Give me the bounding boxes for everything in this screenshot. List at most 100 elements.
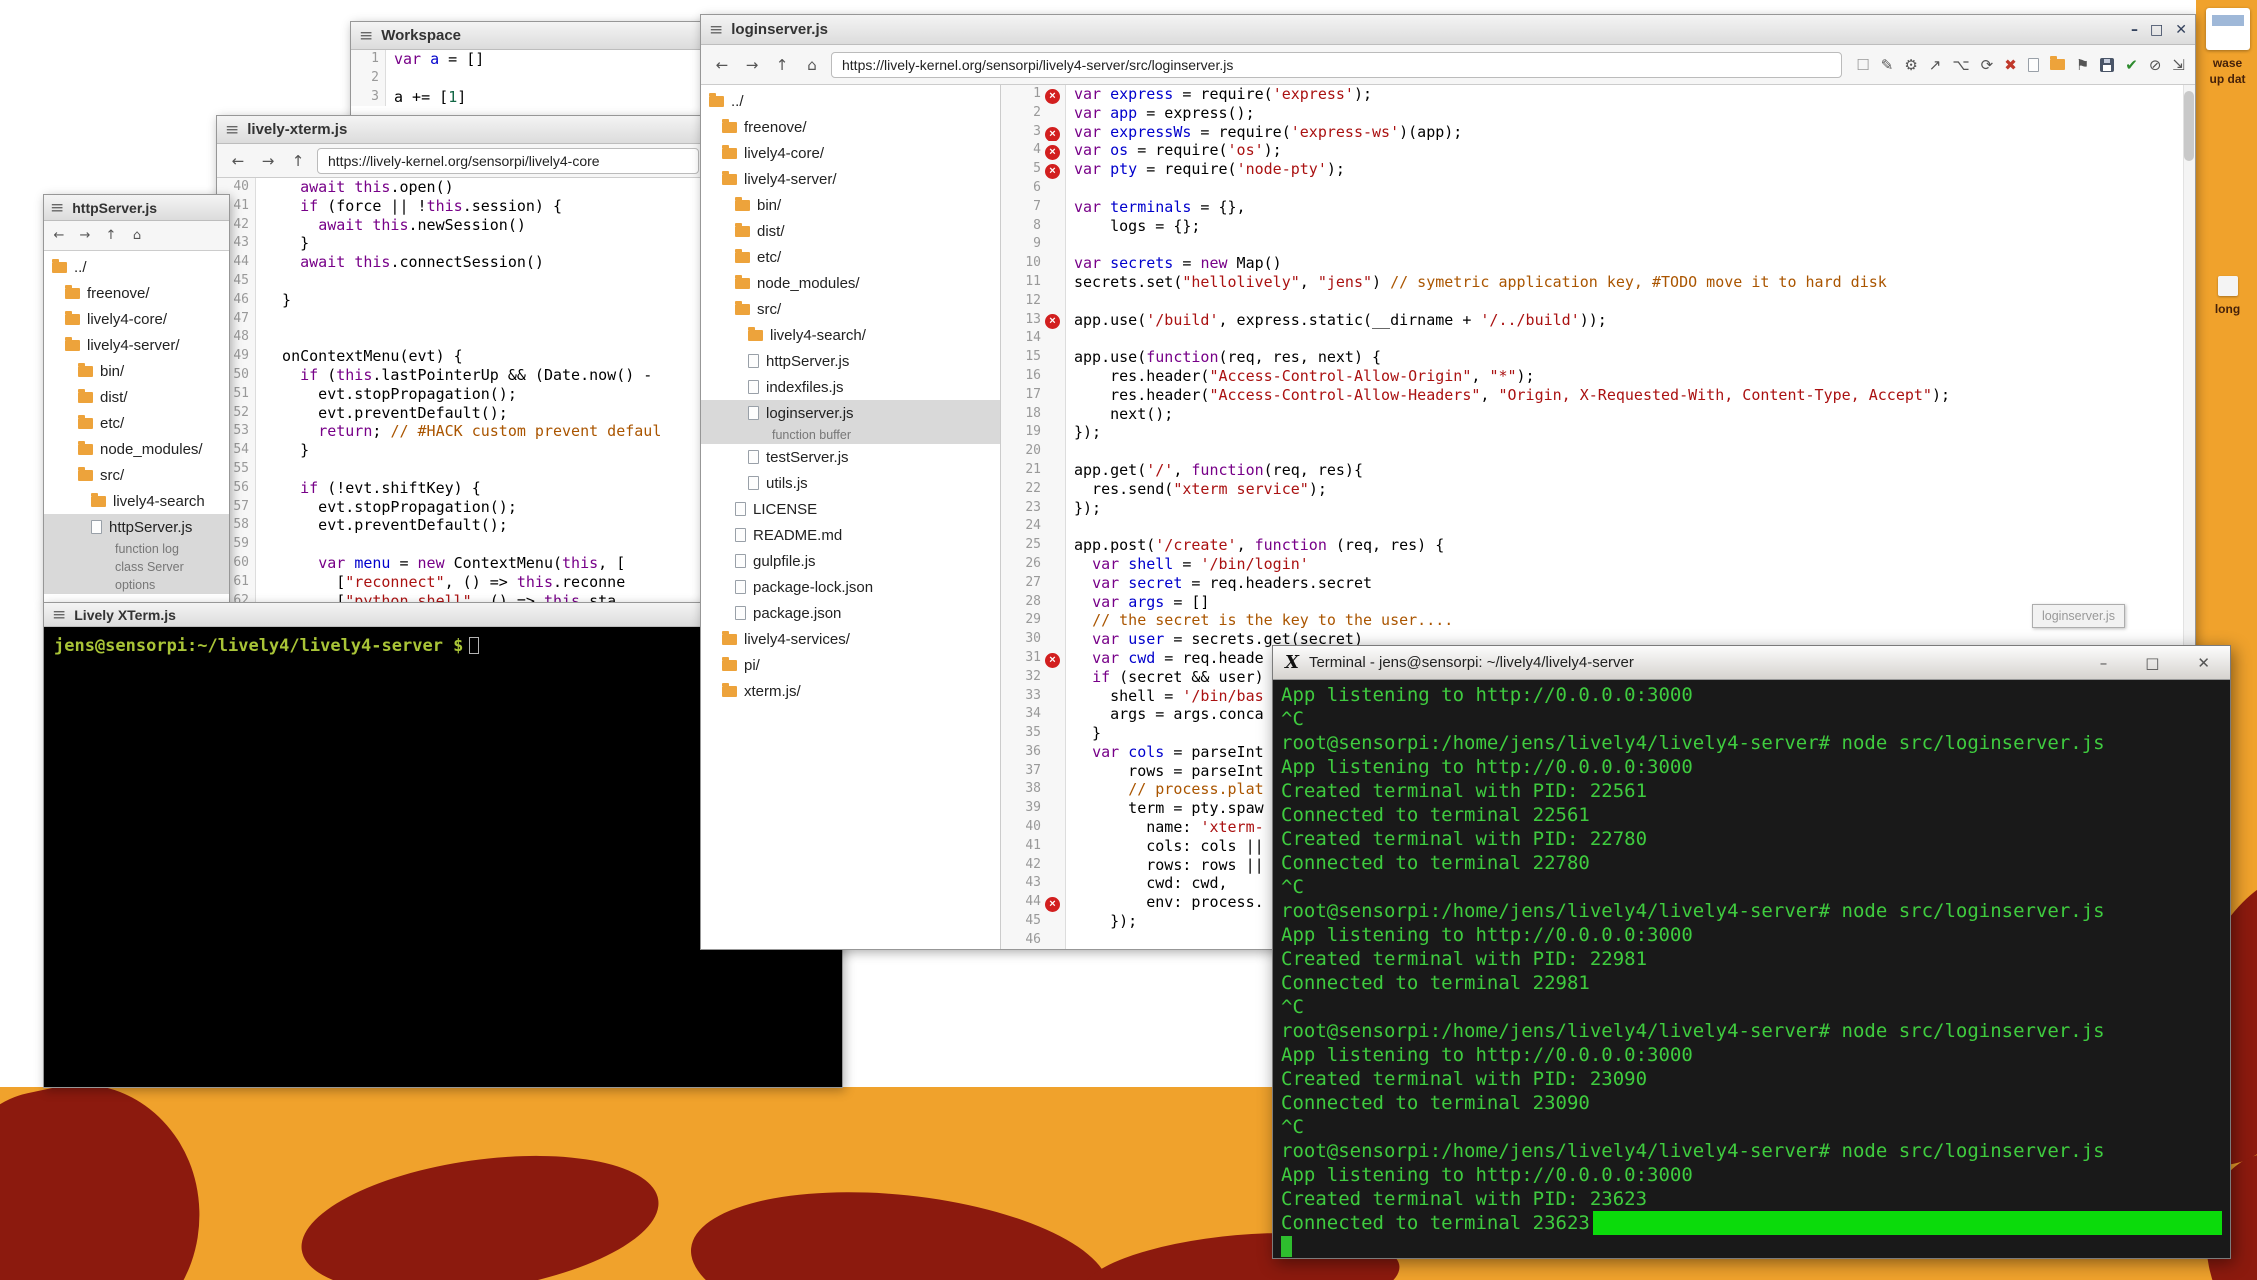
tree-subitem[interactable]: function log bbox=[44, 540, 229, 558]
accept-icon[interactable]: ✔ bbox=[2125, 56, 2138, 74]
save-icon[interactable] bbox=[2100, 58, 2114, 72]
desktop-icon-label[interactable]: long bbox=[2198, 302, 2257, 316]
desktop-icon-label[interactable]: wase bbox=[2198, 56, 2257, 70]
frame-icon[interactable]: ☐ bbox=[1856, 56, 1869, 74]
tree-item-node_modules[interactable]: node_modules/ bbox=[701, 270, 1000, 296]
tree-item-lively4-search[interactable]: lively4-search bbox=[44, 488, 229, 514]
tree-item-pi[interactable]: pi/ bbox=[701, 652, 1000, 678]
tree-item-node_modules[interactable]: node_modules/ bbox=[44, 436, 229, 462]
forward-button[interactable]: → bbox=[739, 52, 765, 78]
desktop-icon[interactable] bbox=[2206, 8, 2250, 50]
error-marker-icon[interactable]: × bbox=[1045, 897, 1060, 912]
error-marker-icon[interactable]: × bbox=[1045, 145, 1060, 160]
tree-item-src[interactable]: src/ bbox=[44, 462, 229, 488]
window-titlebar[interactable]: ≡ loginserver.js –□✕ bbox=[701, 15, 2195, 45]
error-marker-icon[interactable]: × bbox=[1045, 89, 1060, 104]
error-marker-icon[interactable]: × bbox=[1045, 164, 1060, 179]
tree-item-..[interactable]: ../ bbox=[701, 88, 1000, 114]
tree-subitem[interactable]: function buffer bbox=[701, 426, 1000, 444]
tree-item-..[interactable]: ../ bbox=[44, 254, 229, 280]
expand-icon[interactable]: ⇲ bbox=[2172, 56, 2185, 74]
tree-item-freenove[interactable]: freenove/ bbox=[44, 280, 229, 306]
maximize-button[interactable]: □ bbox=[2145, 654, 2159, 672]
tree-item-lively4-core[interactable]: lively4-core/ bbox=[701, 140, 1000, 166]
forward-button[interactable]: → bbox=[74, 225, 96, 247]
up-button[interactable]: ↑ bbox=[769, 52, 795, 78]
minimize-button[interactable]: – bbox=[2131, 22, 2138, 38]
home-button[interactable]: ⌂ bbox=[799, 52, 825, 78]
tree-item-xterm.js[interactable]: xterm.js/ bbox=[701, 678, 1000, 704]
tree-item-indexfiles.js[interactable]: indexfiles.js bbox=[701, 374, 1000, 400]
code-text: rows = parseInt bbox=[1066, 762, 1264, 781]
menu-icon[interactable]: ≡ bbox=[50, 198, 64, 218]
tree-item-etc[interactable]: etc/ bbox=[701, 244, 1000, 270]
error-marker-icon[interactable]: × bbox=[1045, 653, 1060, 668]
tree-item-lively4-services[interactable]: lively4-services/ bbox=[701, 626, 1000, 652]
code-line: 47 bbox=[217, 310, 707, 329]
tree-item-httpServer.js[interactable]: httpServer.js bbox=[44, 514, 229, 540]
back-button[interactable]: ← bbox=[225, 148, 251, 174]
menu-icon[interactable]: ≡ bbox=[52, 605, 66, 625]
menu-icon[interactable]: ≡ bbox=[359, 26, 373, 46]
desktop-icon[interactable] bbox=[2218, 276, 2238, 296]
cancel-icon[interactable]: ⊘ bbox=[2149, 56, 2162, 74]
gear-icon[interactable]: ⚙ bbox=[1904, 56, 1917, 74]
tree-item-label: loginserver.js bbox=[766, 405, 854, 422]
tree-item-package-lock.json[interactable]: package-lock.json bbox=[701, 574, 1000, 600]
up-button[interactable]: ↑ bbox=[285, 148, 311, 174]
window-titlebar[interactable]: ≡ lively-xterm.js bbox=[217, 116, 707, 144]
scrollbar-thumb[interactable] bbox=[2184, 91, 2194, 161]
tree-item-testServer.js[interactable]: testServer.js bbox=[701, 444, 1000, 470]
menu-icon[interactable]: ≡ bbox=[225, 120, 239, 140]
tree-item-bin[interactable]: bin/ bbox=[701, 192, 1000, 218]
window-titlebar[interactable]: X Terminal - jens@sensorpi: ~/lively4/li… bbox=[1273, 646, 2230, 680]
open-external-icon[interactable]: ↗ bbox=[1929, 56, 1942, 74]
close-button[interactable]: ✕ bbox=[2175, 22, 2187, 38]
desktop-icon-label[interactable]: up dat bbox=[2198, 72, 2257, 86]
tree-item-gulpfile.js[interactable]: gulpfile.js bbox=[701, 548, 1000, 574]
tree-item-LICENSE[interactable]: LICENSE bbox=[701, 496, 1000, 522]
tree-subitem[interactable]: class Server bbox=[44, 558, 229, 576]
forward-button[interactable]: → bbox=[255, 148, 281, 174]
url-input[interactable] bbox=[831, 52, 1842, 78]
tree-item-lively4-search[interactable]: lively4-search/ bbox=[701, 322, 1000, 348]
new-file-icon[interactable] bbox=[2028, 58, 2039, 72]
hierarchy-icon[interactable]: ⌥ bbox=[1952, 56, 1969, 74]
error-marker-icon[interactable]: × bbox=[1045, 314, 1060, 329]
window-title: Workspace bbox=[381, 27, 461, 44]
tree-item-lively4-server[interactable]: lively4-server/ bbox=[701, 166, 1000, 192]
terminal-output[interactable]: App listening to http://0.0.0.0:3000^Cro… bbox=[1273, 680, 2230, 1258]
window-titlebar[interactable]: ≡ httpServer.js bbox=[44, 195, 229, 221]
maximize-button[interactable]: □ bbox=[2150, 22, 2163, 38]
tree-item-utils.js[interactable]: utils.js bbox=[701, 470, 1000, 496]
trash-icon[interactable]: ✖ bbox=[2004, 56, 2017, 74]
tree-item-dist[interactable]: dist/ bbox=[44, 384, 229, 410]
sync-icon[interactable]: ⟳ bbox=[1981, 56, 1994, 74]
tree-item-loginserver.js[interactable]: loginserver.js bbox=[701, 400, 1000, 426]
menu-icon[interactable]: ≡ bbox=[709, 20, 723, 40]
tree-item-src[interactable]: src/ bbox=[701, 296, 1000, 322]
error-marker-icon[interactable]: × bbox=[1045, 127, 1060, 142]
url-input[interactable] bbox=[317, 148, 699, 174]
back-button[interactable]: ← bbox=[48, 225, 70, 247]
close-button[interactable]: ✕ bbox=[2197, 654, 2210, 672]
back-button[interactable]: ← bbox=[709, 52, 735, 78]
tree-subitem[interactable]: options bbox=[44, 576, 229, 594]
tree-item-lively4-core[interactable]: lively4-core/ bbox=[44, 306, 229, 332]
tree-item-README.md[interactable]: README.md bbox=[701, 522, 1000, 548]
flag-icon[interactable]: ⚑ bbox=[2076, 56, 2089, 74]
tree-item-lively4-server[interactable]: lively4-server/ bbox=[44, 332, 229, 358]
minimize-button[interactable]: – bbox=[2100, 654, 2108, 672]
tree-item-freenove[interactable]: freenove/ bbox=[701, 114, 1000, 140]
code-text: app.post('/create', function (req, res) … bbox=[1066, 536, 1444, 555]
tree-item-etc[interactable]: etc/ bbox=[44, 410, 229, 436]
home-button[interactable]: ⌂ bbox=[126, 225, 148, 247]
folder-icon[interactable] bbox=[2050, 59, 2065, 70]
brush-icon[interactable]: ✎ bbox=[1881, 56, 1894, 74]
up-button[interactable]: ↑ bbox=[100, 225, 122, 247]
tree-item-package.json[interactable]: package.json bbox=[701, 600, 1000, 626]
tree-item-dist[interactable]: dist/ bbox=[701, 218, 1000, 244]
code-editor[interactable]: 40 await this.open()41 if (force || !thi… bbox=[217, 178, 707, 608]
tree-item-httpServer.js[interactable]: httpServer.js bbox=[701, 348, 1000, 374]
tree-item-bin[interactable]: bin/ bbox=[44, 358, 229, 384]
